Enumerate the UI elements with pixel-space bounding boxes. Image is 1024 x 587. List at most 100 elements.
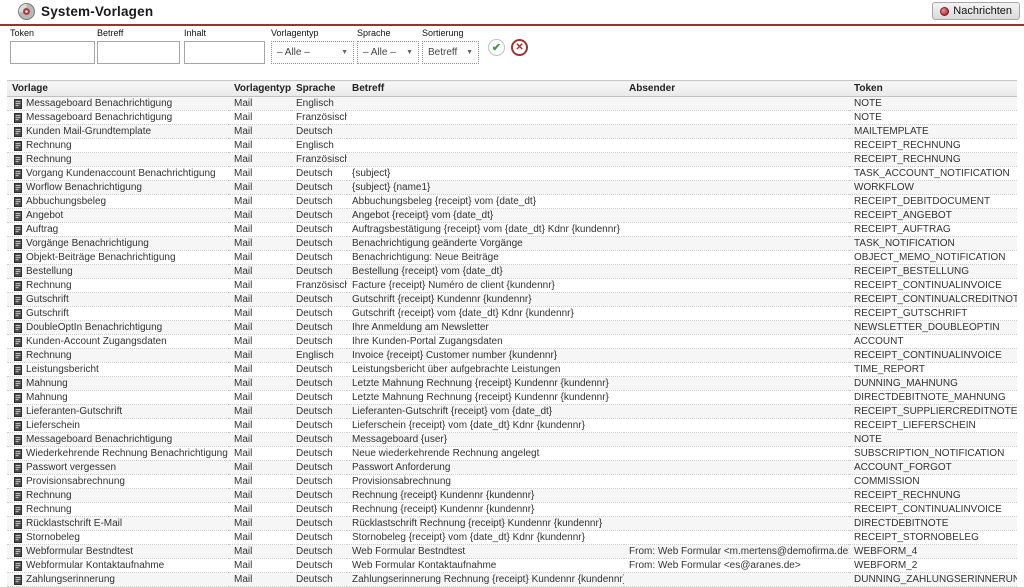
table-row[interactable]: Bestellung Mail Deutsch Bestellung {rece… [7, 265, 1017, 279]
table-row[interactable]: Lieferanten-Gutschrift Mail Deutsch Lief… [7, 405, 1017, 419]
template-language: Deutsch [291, 475, 347, 489]
template-language: Deutsch [291, 223, 347, 237]
column-header-betreff: Betreff [347, 81, 624, 97]
template-language: Deutsch [291, 419, 347, 433]
template-doc-icon [14, 561, 22, 571]
template-name: Rechnung [26, 280, 72, 291]
template-sender [624, 167, 849, 181]
template-doc-icon [14, 267, 22, 277]
apply-filter-button[interactable]: ✔ [488, 39, 505, 56]
sprache-select[interactable]: – Alle – ▼ [357, 41, 419, 64]
table-row[interactable]: Rechnung Mail Englisch RECEIPT_RECHNUNG [7, 139, 1017, 153]
template-language: Französisch [291, 279, 347, 293]
template-token: TASK_NOTIFICATION [849, 237, 1017, 251]
table-row[interactable]: Provisionsabrechnung Mail Deutsch Provis… [7, 475, 1017, 489]
table-row[interactable]: Kunden Mail-Grundtemplate Mail Deutsch M… [7, 125, 1017, 139]
template-doc-icon [14, 99, 22, 109]
template-subject: Invoice {receipt} Customer number {kunde… [347, 349, 624, 363]
template-name: Mahnung [26, 392, 68, 403]
template-sender [624, 489, 849, 503]
reset-filter-button[interactable]: ✕ [511, 39, 528, 56]
template-language: Deutsch [291, 251, 347, 265]
table-row[interactable]: Auftrag Mail Deutsch Auftragsbestätigung… [7, 223, 1017, 237]
table-row[interactable]: Rechnung Mail Deutsch Rechnung {receipt}… [7, 503, 1017, 517]
template-sender [624, 433, 849, 447]
template-language: Deutsch [291, 321, 347, 335]
table-row[interactable]: Gutschrift Mail Deutsch Gutschrift {rece… [7, 293, 1017, 307]
template-doc-icon [14, 575, 22, 585]
template-name: Lieferschein [26, 420, 80, 431]
table-row[interactable]: Angebot Mail Deutsch Angebot {receipt} v… [7, 209, 1017, 223]
template-subject: Letzte Mahnung Rechnung {receipt} Kunden… [347, 391, 624, 405]
template-token: NOTE [849, 111, 1017, 125]
inhalt-filter-label: Inhalt [184, 28, 265, 38]
table-row[interactable]: Zahlungserinnerung Mail Deutsch Zahlungs… [7, 573, 1017, 587]
template-name: Rücklastschrift E-Mail [26, 518, 122, 529]
template-type: Mail [229, 363, 291, 377]
template-token: RECEIPT_GUTSCHRIFT [849, 307, 1017, 321]
table-row[interactable]: Rechnung Mail Englisch Invoice {receipt}… [7, 349, 1017, 363]
table-row[interactable]: Messageboard Benachrichtigung Mail Deuts… [7, 433, 1017, 447]
table-row[interactable]: Gutschrift Mail Deutsch Gutschrift {rece… [7, 307, 1017, 321]
template-token: RECEIPT_ANGEBOT [849, 209, 1017, 223]
table-row[interactable]: Webformular Kontaktaufnahme Mail Deutsch… [7, 559, 1017, 573]
betreff-filter-input[interactable] [97, 41, 180, 64]
template-type: Mail [229, 111, 291, 125]
template-token: RECEIPT_LIEFERSCHEIN [849, 419, 1017, 433]
template-sender [624, 279, 849, 293]
table-row[interactable]: Webformular Bestndtest Mail Deutsch Web … [7, 545, 1017, 559]
table-row[interactable]: DoubleOptIn Benachrichtigung Mail Deutsc… [7, 321, 1017, 335]
template-language: Französisch [291, 111, 347, 125]
template-token: TIME_REPORT [849, 363, 1017, 377]
template-sender [624, 307, 849, 321]
table-row[interactable]: Stornobeleg Mail Deutsch Stornobeleg {re… [7, 531, 1017, 545]
table-row[interactable]: Kunden-Account Zugangsdaten Mail Deutsch… [7, 335, 1017, 349]
template-subject [347, 125, 624, 139]
table-row[interactable]: Rechnung Mail Deutsch Rechnung {receipt}… [7, 489, 1017, 503]
table-row[interactable]: Rechnung Mail Französisch RECEIPT_RECHNU… [7, 153, 1017, 167]
template-type: Mail [229, 419, 291, 433]
template-doc-icon [14, 141, 22, 151]
token-filter-input[interactable] [10, 41, 95, 64]
template-sender [624, 405, 849, 419]
template-name: Objekt-Beiträge Benachrichtigung [26, 252, 176, 263]
table-row[interactable]: Rechnung Mail Französisch Facture {recei… [7, 279, 1017, 293]
template-subject: Letzte Mahnung Rechnung {receipt} Kunden… [347, 377, 624, 391]
vorlagentyp-select[interactable]: – Alle – ▼ [271, 41, 354, 64]
template-sender: From: Web Formular <es@aranes.de> [624, 559, 849, 573]
table-row[interactable]: Leistungsbericht Mail Deutsch Leistungsb… [7, 363, 1017, 377]
table-row[interactable]: Worflow Benachrichtigung Mail Deutsch {s… [7, 181, 1017, 195]
table-row[interactable]: Objekt-Beiträge Benachrichtigung Mail De… [7, 251, 1017, 265]
template-token: ACCOUNT_FORGOT [849, 461, 1017, 475]
inhalt-filter-input[interactable] [184, 41, 265, 64]
template-subject: {subject} [347, 167, 624, 181]
template-language: Französisch [291, 153, 347, 167]
table-row[interactable]: Lieferschein Mail Deutsch Lieferschein {… [7, 419, 1017, 433]
table-row[interactable]: Mahnung Mail Deutsch Letzte Mahnung Rech… [7, 377, 1017, 391]
template-doc-icon [14, 295, 22, 305]
template-subject [347, 153, 624, 167]
template-sender [624, 573, 849, 587]
template-sender [624, 223, 849, 237]
table-row[interactable]: Rücklastschrift E-Mail Mail Deutsch Rück… [7, 517, 1017, 531]
template-subject: Ihre Kunden-Portal Zugangsdaten [347, 335, 624, 349]
token-filter-label: Token [10, 28, 95, 38]
table-row[interactable]: Abbuchungsbeleg Mail Deutsch Abbuchungsb… [7, 195, 1017, 209]
table-row[interactable]: Messageboard Benachrichtigung Mail Franz… [7, 111, 1017, 125]
template-name: Wiederkehrende Rechnung Benachrichtigung [26, 448, 228, 459]
template-doc-icon [14, 337, 22, 347]
template-subject: Provisionsabrechnung [347, 475, 624, 489]
template-subject: Web Formular Kontaktaufnahme [347, 559, 624, 573]
table-row[interactable]: Messageboard Benachrichtigung Mail Engli… [7, 97, 1017, 111]
template-subject: Rücklastschrift Rechnung {receipt} Kunde… [347, 517, 624, 531]
table-row[interactable]: Mahnung Mail Deutsch Letzte Mahnung Rech… [7, 391, 1017, 405]
table-row[interactable]: Vorgang Kundenaccount Benachrichtigung M… [7, 167, 1017, 181]
template-doc-icon [14, 169, 22, 179]
table-row[interactable]: Vorgänge Benachrichtigung Mail Deutsch B… [7, 237, 1017, 251]
sortierung-select[interactable]: Betreff ▼ [422, 41, 479, 64]
messages-button[interactable]: Nachrichten [932, 2, 1020, 20]
table-row[interactable]: Passwort vergessen Mail Deutsch Passwort… [7, 461, 1017, 475]
template-table-body: Messageboard Benachrichtigung Mail Engli… [7, 97, 1017, 587]
table-row[interactable]: Wiederkehrende Rechnung Benachrichtigung… [7, 447, 1017, 461]
template-sender [624, 251, 849, 265]
